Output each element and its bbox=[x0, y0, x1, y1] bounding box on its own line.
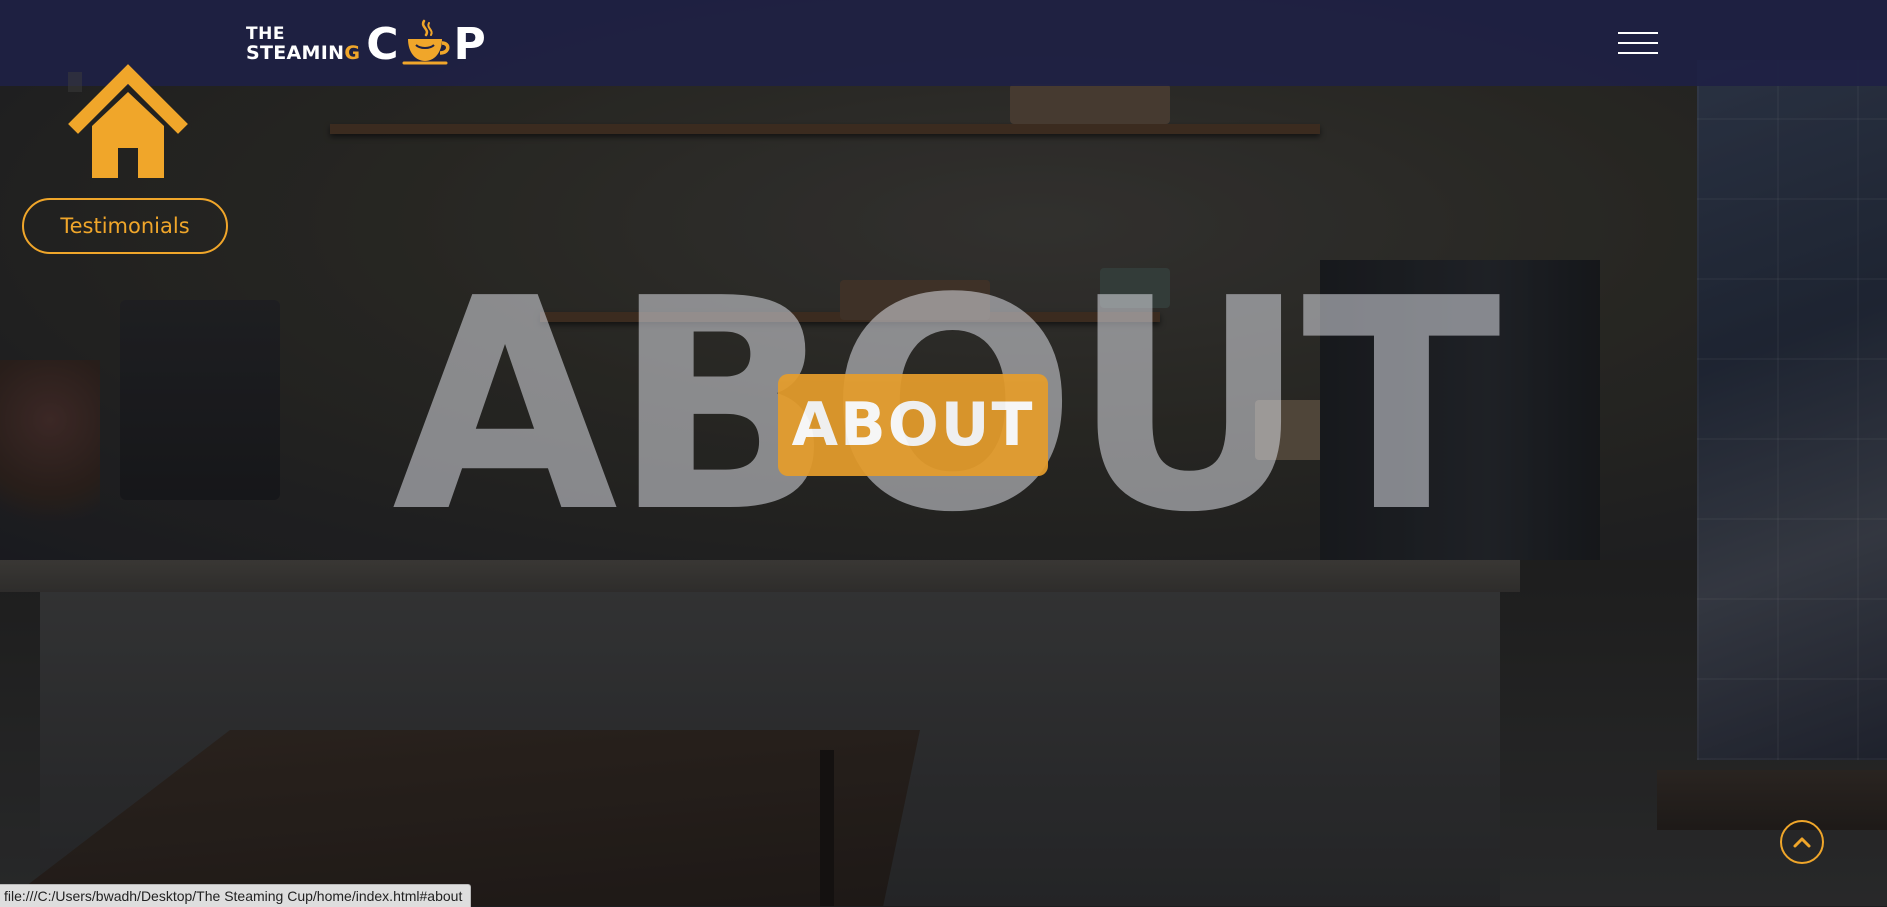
logo-letter-p: P bbox=[453, 18, 487, 70]
logo-line-2: STEAMING bbox=[246, 41, 361, 64]
top-navbar: THE STEAMING C P bbox=[0, 0, 1887, 86]
logo-letter-c: C bbox=[366, 18, 400, 70]
home-icon[interactable] bbox=[48, 52, 208, 182]
testimonials-button[interactable]: Testimonials bbox=[22, 198, 228, 254]
logo-small-text: THE STEAMING bbox=[246, 23, 361, 64]
chevron-up-icon bbox=[1793, 837, 1811, 848]
logo-line-1: THE bbox=[246, 23, 285, 44]
scroll-to-top-button[interactable] bbox=[1780, 820, 1824, 864]
logo-big-text: C P bbox=[366, 19, 487, 70]
brand-logo[interactable]: THE STEAMING C P bbox=[246, 14, 487, 74]
coffee-cup-icon bbox=[402, 19, 450, 65]
browser-status-url: file:///C:/Users/bwadh/Desktop/The Steam… bbox=[0, 884, 472, 907]
hero-title-badge: ABOUT bbox=[778, 374, 1048, 476]
hamburger-menu-icon[interactable] bbox=[1618, 30, 1658, 56]
